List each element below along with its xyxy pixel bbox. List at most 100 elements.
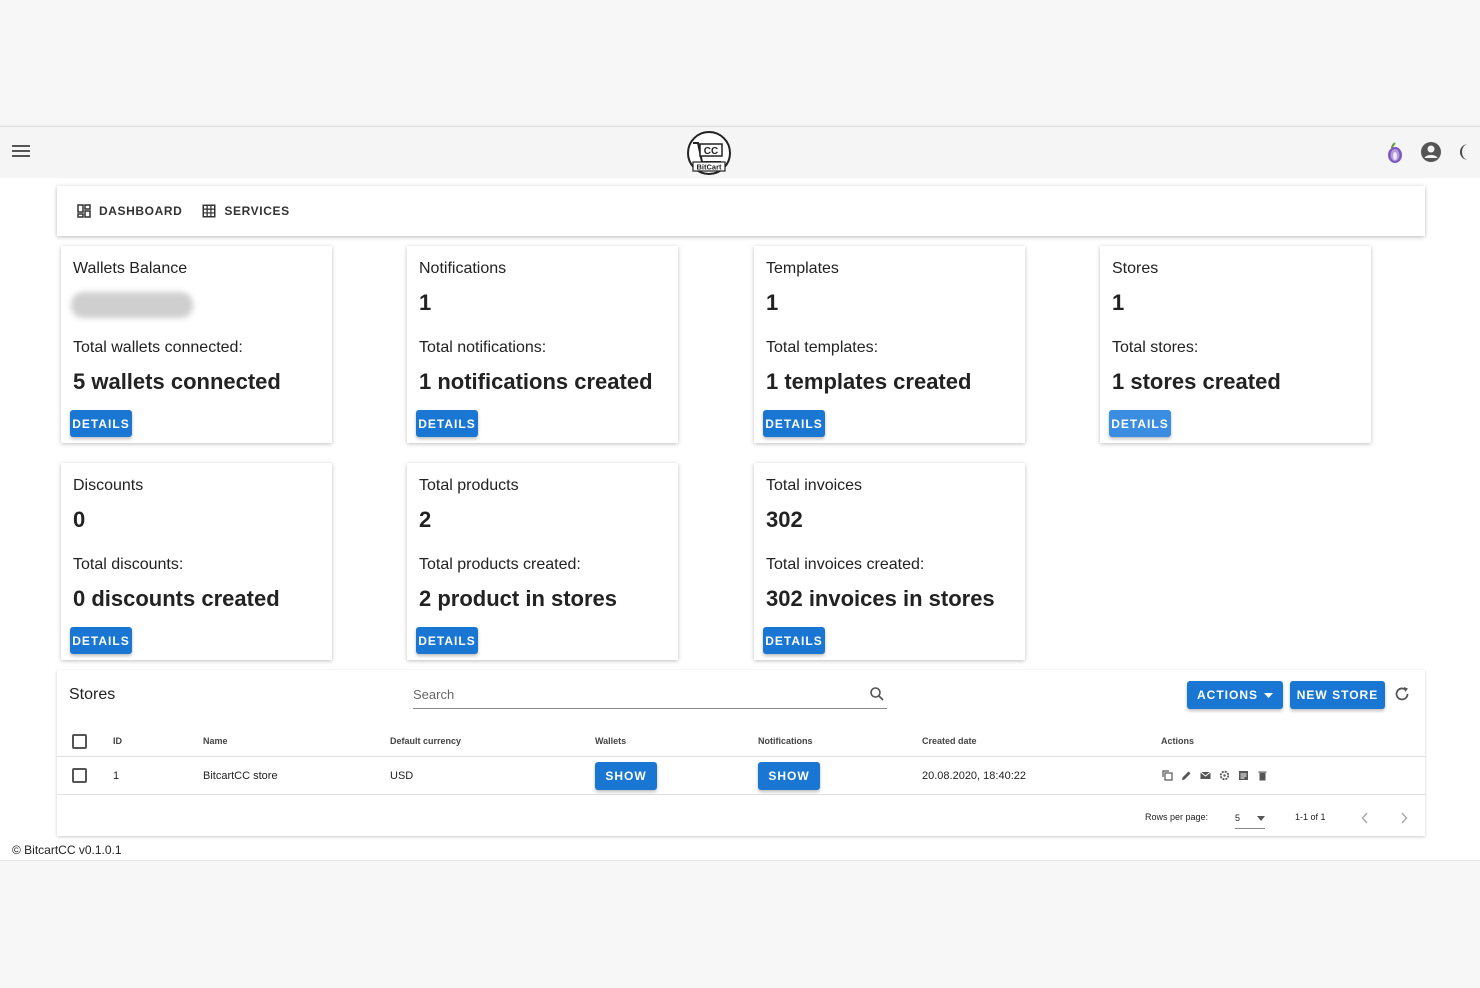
card-subtitle: Total wallets connected: bbox=[73, 339, 243, 356]
cell-currency: USD bbox=[390, 769, 414, 782]
refresh-icon[interactable] bbox=[1393, 685, 1411, 703]
products-details-button[interactable]: DETAILS bbox=[416, 627, 478, 654]
nav-services-label: SERVICES bbox=[224, 204, 290, 218]
cell-created-date: 20.08.2020, 18:40:22 bbox=[922, 769, 1026, 782]
rows-per-page-value: 5 bbox=[1235, 813, 1241, 823]
rows-per-page-label: Rows per page: bbox=[1145, 812, 1209, 822]
card-subtitle: Total templates: bbox=[766, 339, 879, 356]
row-checkbox[interactable] bbox=[72, 768, 87, 783]
services-grid-icon bbox=[202, 204, 216, 218]
card-templates: Templates 1 Total templates: 1 templates… bbox=[754, 246, 1025, 443]
nav-services[interactable]: SERVICES bbox=[192, 204, 299, 218]
pagination-range: 1-1 of 1 bbox=[1295, 812, 1326, 822]
dark-mode-moon-icon[interactable] bbox=[1456, 142, 1470, 162]
top-navigation: DASHBOARD SERVICES bbox=[57, 186, 1425, 236]
actions-label: ACTIONS bbox=[1197, 688, 1258, 702]
column-name[interactable]: Name bbox=[203, 726, 228, 756]
card-summary: 1 notifications created bbox=[419, 369, 653, 394]
card-title: Templates bbox=[766, 260, 839, 277]
card-title: Total products bbox=[419, 477, 519, 494]
stores-details-button[interactable]: DETAILS bbox=[1109, 410, 1171, 437]
search-icon[interactable] bbox=[869, 686, 885, 702]
card-subtitle: Total notifications: bbox=[419, 339, 547, 356]
column-id[interactable]: ID bbox=[113, 726, 122, 756]
search-input[interactable] bbox=[413, 682, 843, 706]
stores-table-card: Stores ACTIONS NEW STORE ID Name Default… bbox=[57, 670, 1425, 836]
card-value: 1 bbox=[1112, 290, 1125, 315]
wallets-details-button[interactable]: DETAILS bbox=[70, 410, 132, 437]
card-discounts: Discounts 0 Total discounts: 0 discounts… bbox=[61, 463, 332, 660]
menu-icon[interactable] bbox=[12, 145, 30, 159]
card-stores: Stores 1 Total stores: 1 stores created … bbox=[1100, 246, 1371, 443]
card-value: 2 bbox=[419, 507, 432, 532]
cell-name: BitcartCC store bbox=[203, 769, 278, 782]
wallets-show-button[interactable]: SHOW bbox=[595, 761, 657, 790]
dashboard-icon bbox=[77, 204, 91, 218]
card-subtitle: Total products created: bbox=[419, 556, 581, 573]
email-icon[interactable] bbox=[1200, 770, 1211, 781]
card-summary: 1 templates created bbox=[766, 369, 972, 394]
svg-text:BitCart: BitCart bbox=[696, 163, 722, 172]
nav-dashboard[interactable]: DASHBOARD bbox=[67, 204, 192, 218]
bottom-blank-area bbox=[0, 860, 1480, 988]
card-total-products: Total products 2 Total products created:… bbox=[407, 463, 678, 660]
invoices-details-button[interactable]: DETAILS bbox=[763, 627, 825, 654]
tor-onion-icon[interactable] bbox=[1384, 140, 1406, 164]
card-title: Total invoices bbox=[766, 477, 863, 494]
copy-icon[interactable] bbox=[1162, 770, 1173, 781]
templates-details-button[interactable]: DETAILS bbox=[763, 410, 825, 437]
footer-copyright: © BitcartCC v0.1.0.1 bbox=[12, 843, 122, 857]
search-field bbox=[413, 682, 887, 709]
card-wallets-balance: Wallets Balance Total wallets connected:… bbox=[61, 246, 332, 443]
column-notifications[interactable]: Notifications bbox=[758, 726, 813, 756]
card-value: 1 bbox=[766, 290, 779, 315]
table-header: ID Name Default currency Wallets Notific… bbox=[57, 726, 1425, 757]
card-total-invoices: Total invoices 302 Total invoices create… bbox=[754, 463, 1025, 660]
next-page-icon[interactable] bbox=[1400, 812, 1408, 824]
card-summary: 1 stores created bbox=[1112, 369, 1281, 394]
nav-dashboard-label: DASHBOARD bbox=[99, 204, 183, 218]
card-subtitle: Total discounts: bbox=[73, 556, 184, 573]
previous-page-icon[interactable] bbox=[1361, 812, 1369, 824]
actions-dropdown-button[interactable]: ACTIONS bbox=[1187, 681, 1283, 709]
caret-down-icon bbox=[1264, 692, 1273, 698]
app-bar: CC BitCart bbox=[0, 126, 1480, 178]
settings-gear-icon[interactable] bbox=[1219, 770, 1230, 781]
blurred-balance bbox=[71, 292, 193, 318]
svg-text:CC: CC bbox=[704, 146, 718, 157]
select-all-checkbox[interactable] bbox=[72, 733, 87, 749]
card-value: 302 bbox=[766, 507, 803, 532]
card-value: 0 bbox=[73, 507, 86, 532]
new-store-button[interactable]: NEW STORE bbox=[1290, 681, 1385, 709]
stores-table-title: Stores bbox=[69, 686, 116, 703]
card-subtitle: Total stores: bbox=[1112, 339, 1199, 356]
card-summary: 0 discounts created bbox=[73, 586, 280, 611]
account-icon[interactable] bbox=[1420, 141, 1442, 163]
cell-id: 1 bbox=[113, 769, 120, 782]
card-value: 1 bbox=[419, 290, 432, 315]
rows-per-page-select[interactable]: 5 bbox=[1235, 808, 1265, 829]
edit-pencil-icon[interactable] bbox=[1181, 770, 1192, 781]
notifications-show-button[interactable]: SHOW bbox=[758, 761, 820, 790]
card-notifications: Notifications 1 Total notifications: 1 n… bbox=[407, 246, 678, 443]
notifications-details-button[interactable]: DETAILS bbox=[416, 410, 478, 437]
card-title: Stores bbox=[1112, 260, 1159, 277]
column-default-currency[interactable]: Default currency bbox=[390, 726, 461, 756]
caret-down-icon bbox=[1257, 815, 1265, 821]
card-summary: 302 invoices in stores bbox=[766, 586, 995, 611]
bitcart-logo[interactable]: CC BitCart bbox=[685, 130, 733, 176]
details-list-icon[interactable] bbox=[1238, 770, 1249, 781]
column-created-date[interactable]: Created date bbox=[922, 726, 977, 756]
card-summary: 2 product in stores bbox=[419, 586, 618, 611]
row-actions bbox=[1162, 757, 1268, 794]
card-subtitle: Total invoices created: bbox=[766, 556, 925, 573]
discounts-details-button[interactable]: DETAILS bbox=[70, 627, 132, 654]
table-pagination: Rows per page: 5 1-1 of 1 bbox=[57, 804, 1425, 832]
column-wallets[interactable]: Wallets bbox=[595, 726, 626, 756]
card-title: Discounts bbox=[73, 477, 144, 494]
card-title: Notifications bbox=[419, 260, 507, 277]
delete-trash-icon[interactable] bbox=[1257, 770, 1268, 781]
card-summary: 5 wallets connected bbox=[73, 369, 281, 394]
card-title: Wallets Balance bbox=[73, 260, 188, 277]
table-row: 1 BitcartCC store USD SHOW SHOW 20.08.20… bbox=[57, 757, 1425, 795]
